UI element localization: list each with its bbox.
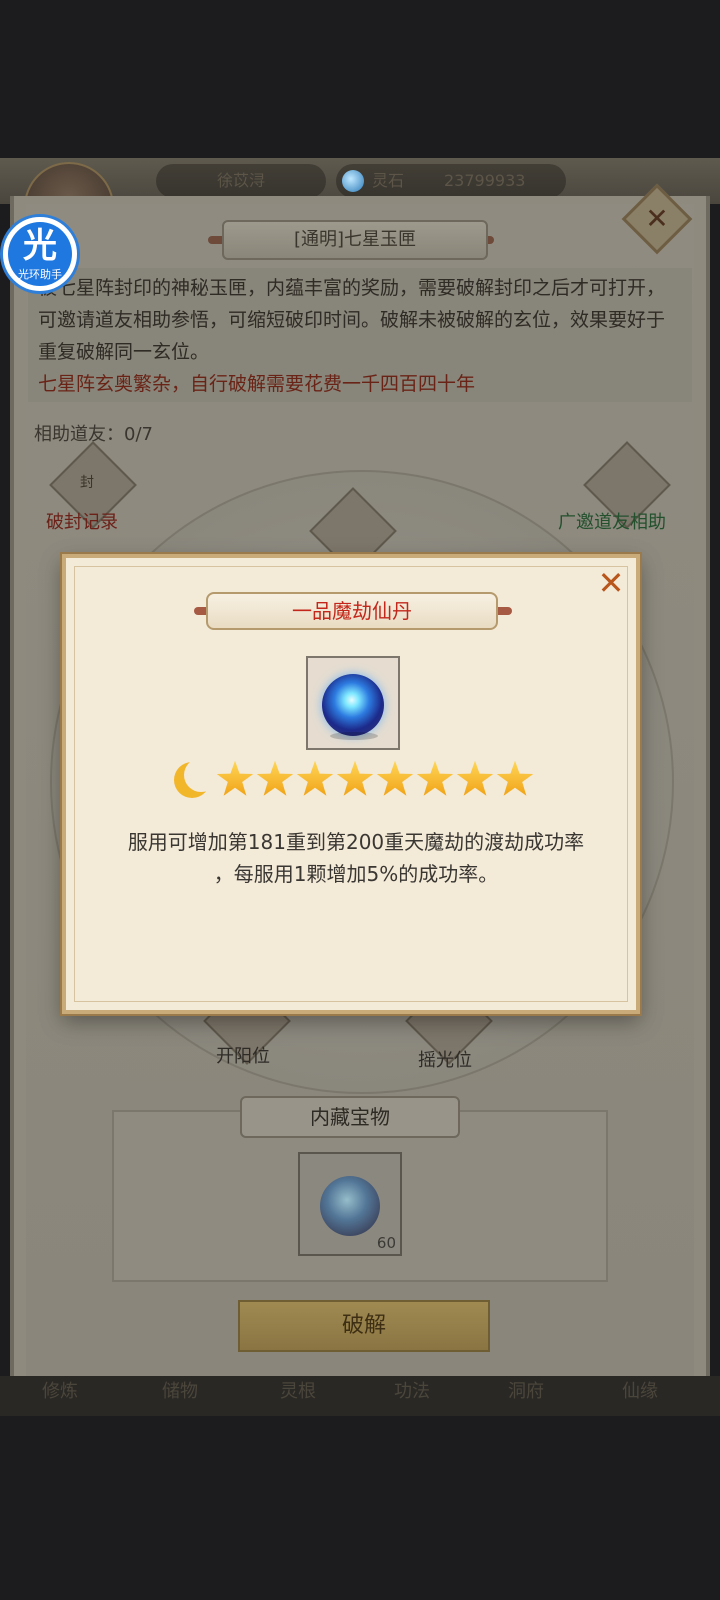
nav-item-storage[interactable]: 储物 xyxy=(130,1376,230,1408)
treasure-title: 内藏宝物 xyxy=(240,1096,460,1138)
panel-description: 被七星阵封印的神秘玉匣，内蕴丰富的奖励，需要破解封印之后才可打开，可邀请道友相助… xyxy=(38,277,666,363)
slot-kaiyang-label[interactable]: 开阳位 xyxy=(216,1042,270,1068)
player-name: 徐苡浔 xyxy=(156,164,326,198)
helper-app-glyph: 光 xyxy=(23,226,57,266)
treasure-item-slot[interactable]: 60 xyxy=(298,1152,402,1256)
pill-orb-icon xyxy=(320,1176,380,1236)
nav-item-technique[interactable]: 功法 xyxy=(362,1376,462,1408)
bottom-nav: 修炼 储物 灵根 功法 洞府 仙缘 xyxy=(0,1376,720,1416)
spirit-stone-icon xyxy=(342,170,364,192)
modal-title: 一品魔劫仙丹 xyxy=(206,592,498,630)
panel-warning: 七星阵玄奥繁杂，自行破解需要花费一千四百四十年 xyxy=(38,373,476,395)
item-icon-frame xyxy=(306,656,400,750)
close-icon: ✕ xyxy=(645,202,669,235)
currency-label: 灵石 xyxy=(372,171,405,190)
helper-app-caption: 光环助手 xyxy=(18,268,62,281)
seal-icon-text: 封 xyxy=(80,475,94,491)
seal-record-button[interactable]: 破封记录 xyxy=(46,508,118,534)
panel-title: [通明]七星玉匣 xyxy=(222,220,488,260)
nav-item-cultivate[interactable]: 修炼 xyxy=(10,1376,110,1408)
pill-orb-icon xyxy=(322,674,384,736)
modal-close-button[interactable]: ✕ xyxy=(594,566,628,600)
currency-display: 灵石 23799933 xyxy=(336,164,566,198)
item-effect-line-2: ，每服用1颗增加5%的成功率。 xyxy=(213,862,499,886)
currency-value: 23799933 xyxy=(444,171,526,190)
nav-item-cave[interactable]: 洞府 xyxy=(476,1376,576,1408)
item-effect-line-1: 服用可增加第181重到第200重天魔劫的渡劫成功率 xyxy=(127,830,585,854)
moon-icon xyxy=(174,758,218,798)
nav-item-fate[interactable]: 仙缘 xyxy=(590,1376,690,1408)
invite-friends-button[interactable]: 广邀道友相助 xyxy=(558,508,666,534)
slot-yaoguang-label[interactable]: 摇光位 xyxy=(418,1046,472,1072)
nav-item-spirit-root[interactable]: 灵根 xyxy=(248,1376,348,1408)
helper-app-badge[interactable]: 光 光环助手 xyxy=(0,214,80,294)
crack-button[interactable]: 破解 xyxy=(238,1300,490,1352)
treasure-count: 60 xyxy=(376,1234,396,1252)
item-effect-text: 服用可增加第181重到第200重天魔劫的渡劫成功率 ，每服用1颗增加5%的成功率… xyxy=(86,826,626,890)
